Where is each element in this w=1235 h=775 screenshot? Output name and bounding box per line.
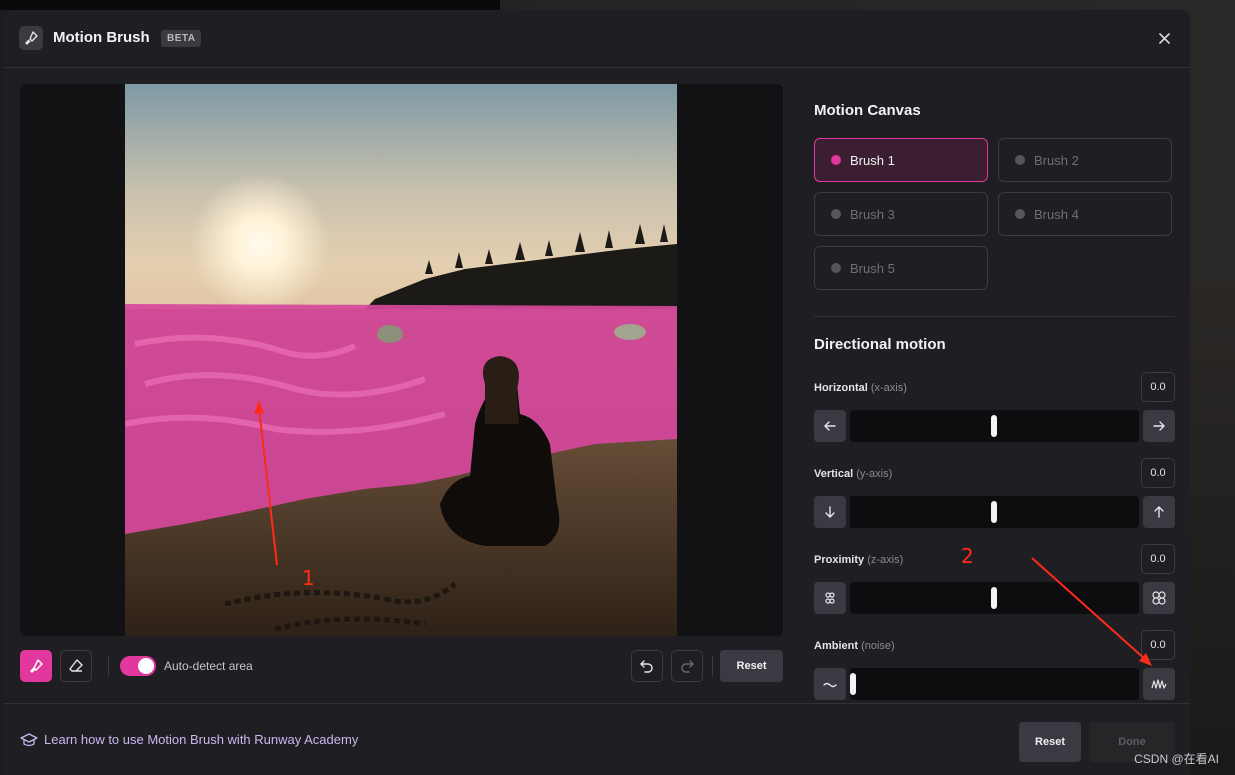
horizontal-value-input[interactable]: 0.0 [1141,372,1175,402]
brush-5-button[interactable]: Brush 5 [814,246,988,290]
expand-icon [1152,591,1166,605]
canvas-image[interactable] [125,84,677,636]
footer-reset-button[interactable]: Reset [1019,722,1081,762]
canvas-toolbar: Auto-detect area Reset [20,650,783,682]
slider-thumb[interactable] [850,673,856,695]
horizontal-axis-control: Horizontal (x-axis) 0.0 [814,372,1175,444]
shrink-icon [825,592,835,604]
motion-canvas-title: Motion Canvas [814,102,921,119]
axis-label: Ambient (noise) [814,640,895,652]
brush-dot [1015,209,1025,219]
axis-label: Vertical (y-axis) [814,468,893,480]
backdrop-right-strip [1190,280,1235,775]
academy-link[interactable]: Learn how to use Motion Brush with Runwa… [20,732,358,747]
close-button[interactable] [1154,28,1174,48]
directional-motion-title: Directional motion [814,336,946,353]
vertical-axis-control: Vertical (y-axis) 0.0 [814,458,1175,530]
vertical-increase-button[interactable] [1143,496,1175,528]
close-icon [1158,32,1170,44]
brush-tool-button[interactable] [20,650,52,682]
brush-4-button[interactable]: Brush 4 [998,192,1172,236]
axis-label: Horizontal (x-axis) [814,382,907,394]
high-noise-icon [1151,679,1167,689]
canvas-reset-button[interactable]: Reset [720,650,783,682]
auto-detect-toggle[interactable] [120,656,156,676]
annotation-label-2: 2 [961,544,974,568]
slider-thumb[interactable] [991,501,997,523]
proximity-slider[interactable] [850,582,1139,614]
annotation-label-1: 1 [302,566,315,590]
watermark: CSDN @在看AI [1134,752,1219,766]
vertical-value-input[interactable]: 0.0 [1141,458,1175,488]
brush-3-button[interactable]: Brush 3 [814,192,988,236]
arrow-right-icon [1153,421,1165,431]
undo-icon [640,660,653,673]
arrow-down-icon [825,506,835,518]
axis-label: Proximity (z-axis) [814,554,904,566]
modal-title: Motion Brush [53,29,150,46]
slider-thumb[interactable] [991,587,997,609]
eraser-tool-button[interactable] [60,650,92,682]
brush-label: Brush 5 [850,260,895,276]
redo-icon [681,660,694,673]
motion-brush-modal: Motion Brush BETA Auto-detect area Reset… [4,10,1190,775]
ambient-increase-button[interactable] [1143,668,1175,700]
horizontal-slider[interactable] [850,410,1139,442]
horizontal-increase-button[interactable] [1143,410,1175,442]
paint-canvas[interactable] [20,84,783,636]
beta-badge: BETA [161,30,202,47]
brush-label: Brush 4 [1034,206,1079,222]
brush-label: Brush 1 [850,152,895,168]
slider-thumb[interactable] [991,415,997,437]
toolbar-divider [108,656,109,676]
modal-header: Motion Brush BETA [4,10,1190,68]
brush-icon [30,659,43,673]
vertical-slider[interactable] [850,496,1139,528]
ambient-axis-control: Ambient (noise) 0.0 [814,630,1175,702]
undo-button[interactable] [631,650,663,682]
vertical-decrease-button[interactable] [814,496,846,528]
proximity-axis-control: Proximity (z-axis) 0.0 [814,544,1175,616]
ambient-value-input[interactable]: 0.0 [1141,630,1175,660]
arrow-up-icon [1154,506,1164,518]
brush-dot [831,263,841,273]
horizontal-decrease-button[interactable] [814,410,846,442]
brush-dot [1015,155,1025,165]
proximity-value-input[interactable]: 0.0 [1141,544,1175,574]
brush-icon [19,26,43,50]
graduation-cap-icon [20,732,38,746]
proximity-decrease-button[interactable] [814,582,846,614]
ambient-slider[interactable] [850,668,1139,700]
panel-divider [814,316,1175,317]
backdrop-top-strip [0,0,500,10]
modal-footer: Learn how to use Motion Brush with Runwa… [4,703,1190,775]
academy-link-text: Learn how to use Motion Brush with Runwa… [44,732,359,747]
brush-1-button[interactable]: Brush 1 [814,138,988,182]
toolbar-divider-2 [712,656,713,676]
brush-2-button[interactable]: Brush 2 [998,138,1172,182]
brush-dot [831,209,841,219]
eraser-icon [69,659,83,672]
brush-label: Brush 2 [1034,152,1079,168]
low-noise-icon [823,682,837,688]
redo-button[interactable] [671,650,703,682]
arrow-left-icon [824,421,836,431]
ambient-decrease-button[interactable] [814,668,846,700]
auto-detect-label: Auto-detect area [164,659,253,673]
proximity-increase-button[interactable] [1143,582,1175,614]
brush-label: Brush 3 [850,206,895,222]
brush-dot [831,155,841,165]
